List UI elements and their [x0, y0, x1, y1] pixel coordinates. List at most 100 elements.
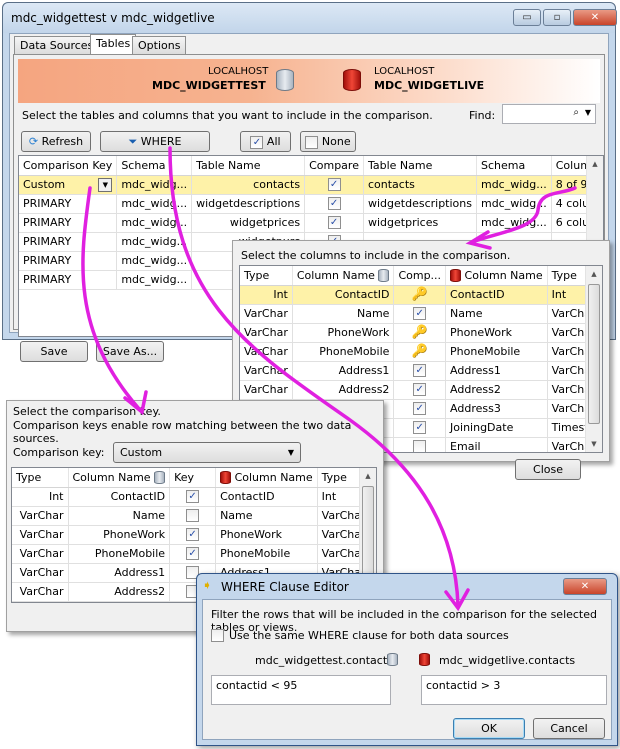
compare-checkbox[interactable]: ✓ — [413, 402, 427, 416]
compare-checkbox[interactable]: ✓ — [413, 307, 427, 321]
compare-cell[interactable]: ✓ — [393, 399, 447, 419]
select-all-button[interactable]: ✓ All — [240, 131, 291, 152]
columns-scrollbar[interactable]: ▲ ▼ — [585, 266, 602, 452]
table-row[interactable]: PRIMARY mdc_widg... widgetprices ✓ widge… — [19, 213, 603, 233]
maximize-button[interactable]: ▫ — [543, 9, 571, 26]
scroll-thumb[interactable] — [362, 486, 374, 586]
scroll-up-icon[interactable]: ▲ — [586, 266, 602, 282]
key-cell[interactable]: ✓ — [169, 487, 217, 507]
save-as-button[interactable]: Save As... — [96, 341, 164, 362]
col-compare[interactable]: Compare — [304, 156, 364, 176]
column-row[interactable]: VarChar Address2 ✓ Address2 VarChar — [240, 380, 602, 400]
key-row[interactable]: VarChar PhoneMobile ✓ PhoneMobile VarChar — [12, 544, 376, 564]
select-none-button[interactable]: None — [300, 131, 356, 152]
comparison-key-cell[interactable]: PRIMARY — [19, 251, 118, 271]
key-icon[interactable]: 🔑 — [412, 288, 428, 301]
close-popup-button[interactable]: Close — [515, 459, 581, 480]
compare-cell[interactable]: ✓ — [304, 175, 364, 195]
col-name-left[interactable]: Column Name — [292, 266, 395, 286]
col-name-right[interactable]: Column Name — [215, 468, 318, 488]
compare-cell[interactable]: ✓ — [393, 380, 447, 400]
compare-checkbox[interactable]: ✓ — [413, 364, 427, 378]
scroll-up-icon[interactable]: ▲ — [360, 468, 376, 484]
key-checkbox[interactable]: ✓ — [186, 547, 200, 561]
compare-cell[interactable]: ✓ — [393, 304, 447, 324]
compare-checkbox[interactable]: ✓ — [327, 197, 341, 211]
key-icon[interactable]: 🔑 — [412, 345, 428, 358]
compare-cell[interactable]: 🔑 — [393, 342, 447, 362]
col-compare[interactable]: Comp... — [393, 266, 447, 286]
column-row[interactable]: VarChar Address1 ✓ Address1 VarChar — [240, 361, 602, 381]
compare-cell[interactable]: ✓ — [393, 418, 447, 438]
close-button[interactable]: ✕ — [573, 9, 617, 26]
key-row[interactable]: VarChar PhoneWork ✓ PhoneWork VarChar — [12, 525, 376, 545]
scroll-down-icon[interactable]: ▼ — [586, 436, 602, 452]
compare-checkbox[interactable]: ✓ — [327, 216, 341, 230]
col-type-left[interactable]: Type — [12, 468, 69, 488]
col-key[interactable]: Key — [169, 468, 217, 488]
save-button[interactable]: Save — [20, 341, 88, 362]
find-input[interactable]: ⌕ ▼ — [502, 104, 596, 124]
type-cell: Int — [12, 487, 69, 507]
same-clause-checkbox[interactable] — [211, 629, 224, 642]
comparison-key-cell[interactable]: PRIMARY — [19, 213, 118, 233]
scroll-thumb[interactable] — [588, 284, 600, 424]
column-row[interactable]: VarChar PhoneWork 🔑 PhoneWork VarChar — [240, 323, 602, 343]
column-row[interactable]: Int ContactID 🔑 ContactID Int — [240, 285, 602, 305]
title-bar[interactable]: mdc_widgettest v mdc_widgetlive ▭ ▫ ✕ — [3, 3, 617, 33]
compare-checkbox[interactable]: ✓ — [413, 383, 427, 397]
minimize-button[interactable]: ▭ — [513, 9, 541, 26]
table-row[interactable]: Custom ▼ mdc_widg... contacts ✓ contacts … — [19, 175, 603, 195]
column-row[interactable]: VarChar Name ✓ Name VarChar — [240, 304, 602, 324]
compare-checkbox[interactable]: ✓ — [413, 421, 427, 435]
column-row[interactable]: VarChar PhoneMobile 🔑 PhoneMobile VarChar — [240, 342, 602, 362]
comparison-key-cell[interactable]: PRIMARY — [19, 270, 118, 290]
refresh-button[interactable]: ⟳ Refresh — [21, 131, 91, 152]
key-cell[interactable] — [169, 506, 217, 526]
col-type-left[interactable]: Type — [240, 266, 293, 286]
key-row[interactable]: Int ContactID ✓ ContactID Int — [12, 487, 376, 507]
chevron-down-icon[interactable]: ▼ — [585, 108, 591, 117]
compare-cell[interactable]: 🔑 — [393, 323, 447, 343]
right-where-input[interactable]: contactid > 3 — [421, 675, 607, 705]
comparison-key-cell[interactable]: PRIMARY — [19, 194, 118, 214]
key-checkbox[interactable] — [186, 509, 200, 523]
key-checkbox[interactable]: ✓ — [186, 528, 200, 542]
comparison-key-select[interactable]: Custom ▼ — [113, 442, 301, 463]
tab-options[interactable]: Options — [132, 36, 187, 54]
schema-cell: mdc_widg... — [116, 251, 193, 271]
compare-checkbox[interactable] — [413, 440, 427, 452]
key-cell[interactable]: ✓ — [169, 544, 217, 564]
where-clause-button[interactable]: ⏷ WHERE Clause... — [100, 131, 210, 167]
comparison-key-cell[interactable]: Custom ▼ — [19, 175, 118, 195]
scroll-up-icon[interactable]: ▲ — [587, 156, 603, 172]
col-table-left[interactable]: Table Name — [191, 156, 306, 176]
cancel-button[interactable]: Cancel — [533, 718, 605, 739]
comparison-key-cell[interactable]: PRIMARY — [19, 232, 118, 252]
compare-cell[interactable]: ✓ — [304, 213, 364, 233]
compare-cell[interactable] — [393, 437, 447, 452]
key-row[interactable]: VarChar Name Name VarChar — [12, 506, 376, 526]
col-table-right[interactable]: Table Name — [363, 156, 477, 176]
tab-data-sources[interactable]: Data Sources — [14, 36, 100, 54]
table-row[interactable]: PRIMARY mdc_widg... widgetdescriptions ✓… — [19, 194, 603, 214]
compare-checkbox[interactable]: ✓ — [327, 178, 341, 192]
left-where-input[interactable]: contactid < 95 — [211, 675, 391, 705]
tab-tables[interactable]: Tables — [90, 34, 137, 55]
col-name-right[interactable]: Column Name — [445, 266, 548, 286]
col-comparison-key[interactable]: Comparison Key — [19, 156, 118, 176]
type-cell: VarChar — [12, 525, 69, 545]
key-cell[interactable]: ✓ — [169, 525, 217, 545]
compare-cell[interactable]: 🔑 — [393, 285, 447, 305]
ok-button[interactable]: OK — [453, 718, 525, 739]
col-name-left[interactable]: Column Name — [68, 468, 171, 488]
compare-cell[interactable]: ✓ — [393, 361, 447, 381]
key-checkbox[interactable]: ✓ — [186, 490, 200, 504]
dialog-close-button[interactable]: ✕ — [563, 578, 607, 595]
key-icon[interactable]: 🔑 — [412, 326, 428, 339]
col-schema-right[interactable]: Schema — [476, 156, 552, 176]
col-schema-left[interactable]: Schema — [116, 156, 193, 176]
column-name-cell: Address1 — [445, 361, 548, 381]
compare-cell[interactable]: ✓ — [304, 194, 364, 214]
dropdown-button[interactable]: ▼ — [98, 177, 113, 192]
